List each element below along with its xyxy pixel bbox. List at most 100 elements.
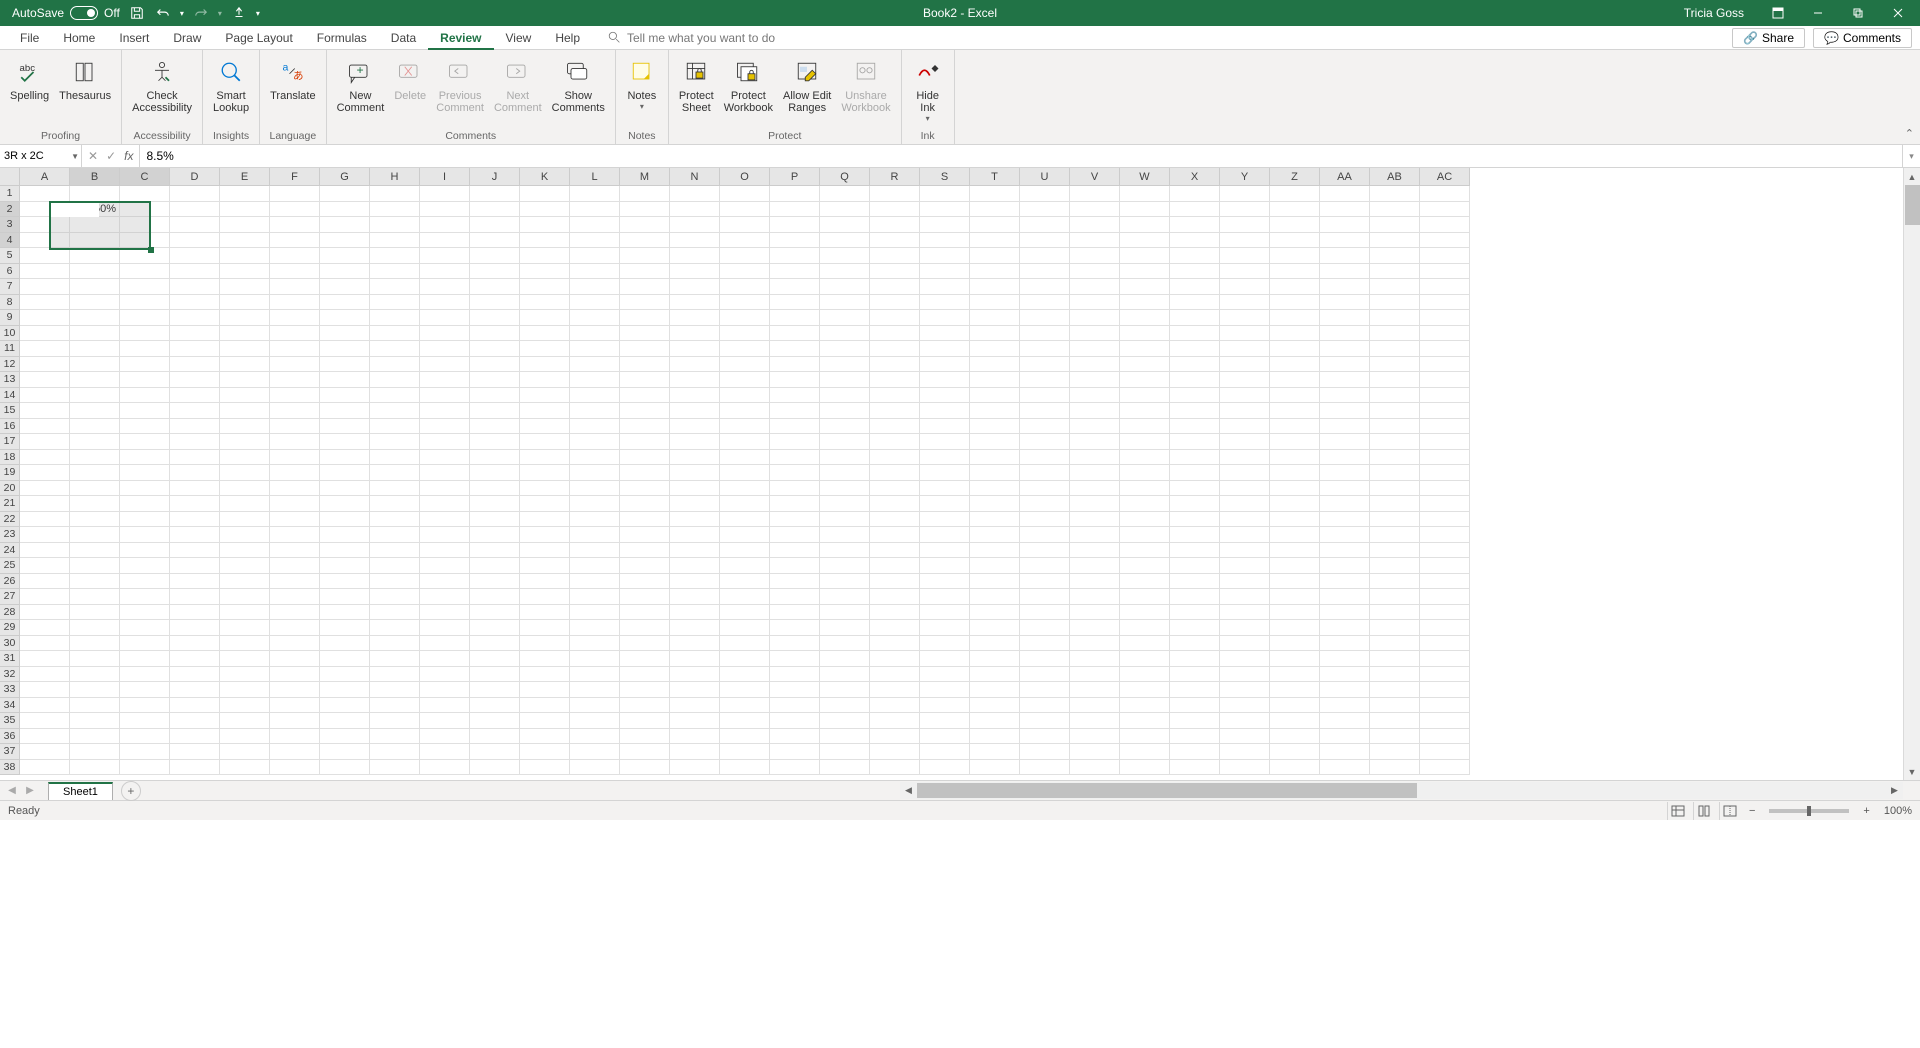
cell[interactable]: [1170, 481, 1220, 497]
row-header[interactable]: 6: [0, 264, 20, 280]
cell[interactable]: [920, 682, 970, 698]
cell[interactable]: [520, 682, 570, 698]
cell[interactable]: [1320, 248, 1370, 264]
cell[interactable]: [870, 543, 920, 559]
cell[interactable]: [1020, 186, 1070, 202]
tab-file[interactable]: File: [8, 26, 51, 50]
cell[interactable]: [820, 543, 870, 559]
cell[interactable]: [770, 605, 820, 621]
cell[interactable]: [1120, 326, 1170, 342]
cell[interactable]: [720, 388, 770, 404]
cell[interactable]: [470, 217, 520, 233]
cell[interactable]: [1020, 636, 1070, 652]
cell[interactable]: [1120, 372, 1170, 388]
cell[interactable]: [720, 620, 770, 636]
row-header[interactable]: 25: [0, 558, 20, 574]
cell[interactable]: [1020, 279, 1070, 295]
cell[interactable]: [1370, 233, 1420, 249]
cell[interactable]: [20, 341, 70, 357]
cell[interactable]: [870, 357, 920, 373]
cell[interactable]: [870, 202, 920, 218]
cell[interactable]: [1370, 729, 1420, 745]
cell[interactable]: [20, 760, 70, 776]
cell[interactable]: [170, 295, 220, 311]
cell[interactable]: [720, 698, 770, 714]
cell[interactable]: [170, 388, 220, 404]
cell[interactable]: [1270, 279, 1320, 295]
cell[interactable]: [970, 233, 1020, 249]
cell[interactable]: [970, 589, 1020, 605]
cell[interactable]: [970, 450, 1020, 466]
cell[interactable]: [220, 450, 270, 466]
cell[interactable]: [270, 388, 320, 404]
cell[interactable]: [220, 419, 270, 435]
cell[interactable]: [420, 372, 470, 388]
cell[interactable]: [420, 217, 470, 233]
cell[interactable]: [620, 605, 670, 621]
cell[interactable]: [420, 496, 470, 512]
cell[interactable]: [870, 481, 920, 497]
cell[interactable]: [70, 372, 120, 388]
cell[interactable]: [170, 341, 220, 357]
cell[interactable]: [270, 357, 320, 373]
cell[interactable]: [1320, 574, 1370, 590]
cell[interactable]: [320, 651, 370, 667]
cell[interactable]: [120, 202, 170, 218]
cell[interactable]: [420, 310, 470, 326]
cell[interactable]: [120, 403, 170, 419]
cell[interactable]: [1270, 217, 1320, 233]
cell[interactable]: [20, 310, 70, 326]
cell[interactable]: [1120, 279, 1170, 295]
cell[interactable]: [270, 419, 320, 435]
cell[interactable]: [1420, 744, 1470, 760]
cell[interactable]: [120, 233, 170, 249]
cell[interactable]: [870, 605, 920, 621]
cell[interactable]: [270, 233, 320, 249]
cell[interactable]: [1270, 589, 1320, 605]
cell[interactable]: [1370, 713, 1420, 729]
cell[interactable]: [1370, 372, 1420, 388]
cell[interactable]: [1420, 682, 1470, 698]
cell[interactable]: [1320, 465, 1370, 481]
cell[interactable]: [120, 465, 170, 481]
cell[interactable]: [1070, 419, 1120, 435]
cell[interactable]: [870, 341, 920, 357]
cell[interactable]: [1320, 295, 1370, 311]
cell[interactable]: [70, 217, 120, 233]
cell[interactable]: [1370, 341, 1420, 357]
cell[interactable]: [1120, 543, 1170, 559]
cell[interactable]: [320, 512, 370, 528]
cell[interactable]: [970, 667, 1020, 683]
cell[interactable]: [470, 760, 520, 776]
column-header[interactable]: U: [1020, 168, 1070, 186]
column-header[interactable]: G: [320, 168, 370, 186]
cell[interactable]: [470, 233, 520, 249]
cell[interactable]: [670, 682, 720, 698]
cell[interactable]: [270, 403, 320, 419]
cell[interactable]: [1270, 651, 1320, 667]
cell[interactable]: [820, 295, 870, 311]
cell[interactable]: [420, 248, 470, 264]
cell[interactable]: [1170, 558, 1220, 574]
cell[interactable]: [670, 496, 720, 512]
cell[interactable]: [620, 543, 670, 559]
cell[interactable]: [820, 465, 870, 481]
cell[interactable]: [370, 667, 420, 683]
cell[interactable]: [570, 403, 620, 419]
cell[interactable]: [220, 202, 270, 218]
cell[interactable]: [120, 713, 170, 729]
cell[interactable]: [770, 760, 820, 776]
cell[interactable]: [770, 682, 820, 698]
cell[interactable]: [370, 512, 420, 528]
name-box[interactable]: 3R x 2C▼: [0, 145, 82, 167]
cell[interactable]: [220, 620, 270, 636]
cell[interactable]: [770, 496, 820, 512]
cell[interactable]: [1320, 434, 1370, 450]
cell[interactable]: [520, 620, 570, 636]
cell[interactable]: [820, 388, 870, 404]
cell[interactable]: [470, 403, 520, 419]
cell[interactable]: [1420, 574, 1470, 590]
cell[interactable]: [1320, 713, 1370, 729]
cell[interactable]: [920, 186, 970, 202]
cell[interactable]: [820, 326, 870, 342]
